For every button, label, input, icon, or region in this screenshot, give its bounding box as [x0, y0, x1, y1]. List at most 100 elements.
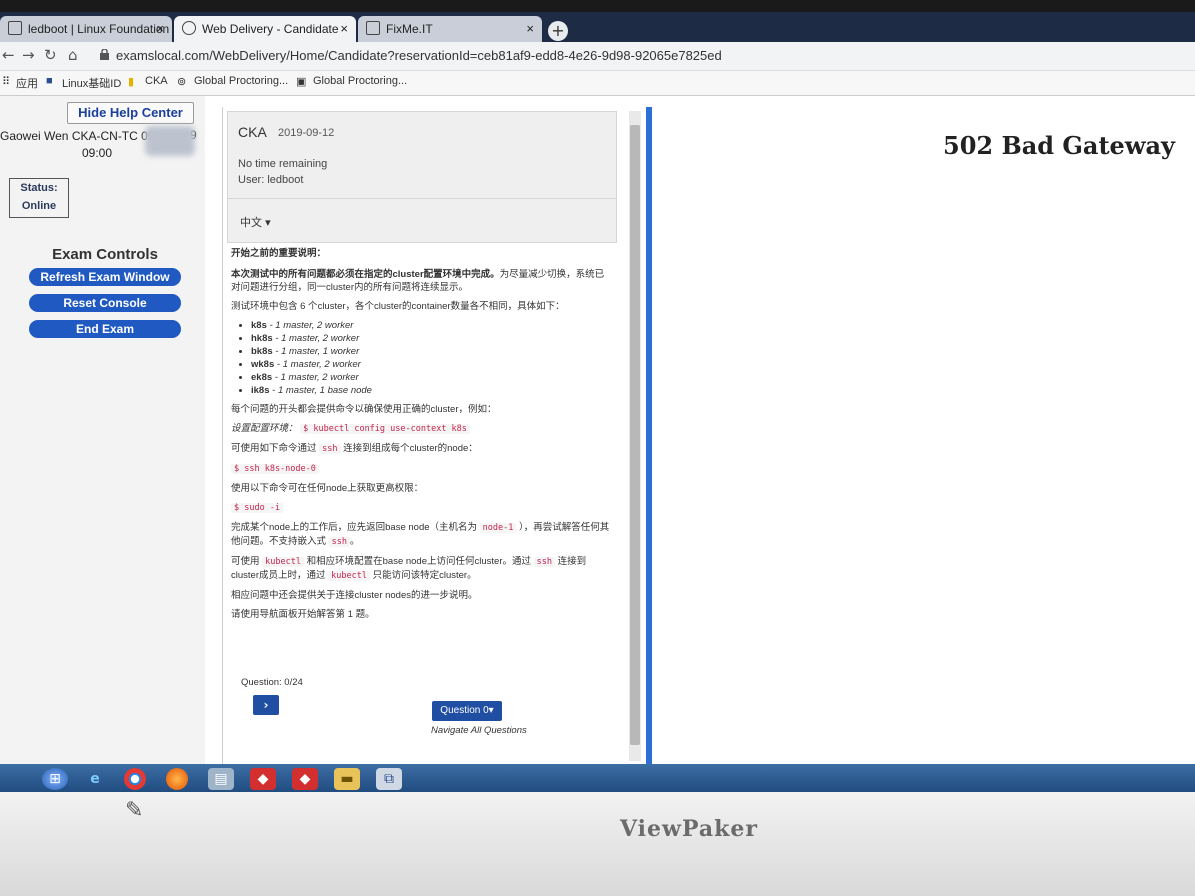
exam-title: CKA: [238, 124, 267, 140]
bookmark-global-proctoring-1[interactable]: Global Proctoring...: [194, 75, 288, 87]
folder-icon[interactable]: ▬: [334, 768, 360, 790]
firefox-icon[interactable]: [166, 768, 188, 790]
cluster-name: ek8s: [251, 372, 273, 383]
scrollbar[interactable]: [629, 111, 641, 761]
list-item: ek8s - 1 master, 2 worker: [251, 371, 611, 384]
close-icon[interactable]: ×: [340, 16, 348, 42]
home-icon[interactable]: ⌂: [68, 46, 78, 64]
list-item: bk8s - 1 master, 1 worker: [251, 345, 611, 358]
address-bar-row: ← → ↻ ⌂ examslocal.com/WebDelivery/Home/…: [0, 42, 1195, 71]
instruction-paragraph: 可使用如下命令通过 ssh 连接到组成每个cluster的node：: [231, 442, 611, 456]
cluster-name: wk8s: [251, 359, 275, 370]
bookmarks-bar: ⠿ 应用 ■ Linux基础ID ▮ CKA ⊚ Global Proctori…: [0, 71, 1195, 96]
pen-icon: ✎: [125, 798, 144, 823]
tab-label: ledboot | Linux Foundation ID: [28, 22, 172, 36]
bookmark-icon: ■: [46, 75, 53, 87]
tab-ledboot[interactable]: ledboot | Linux Foundation ID ×: [0, 16, 172, 42]
tab-fixmeit[interactable]: FixMe.IT ×: [358, 16, 542, 42]
instructions-content: 开始之前的重要说明： 本次测试中的所有问题都必须在指定的cluster配置环境中…: [231, 247, 611, 627]
status-value: Online: [21, 200, 57, 212]
image-icon: ▣: [296, 76, 307, 88]
close-icon[interactable]: ×: [526, 16, 534, 42]
question-count: Question: 0/24: [241, 677, 303, 688]
language-value: 中文: [240, 217, 262, 229]
exam-date: 2019-09-12: [278, 127, 335, 139]
code-snippet: $ kubectl config use-context k8s: [300, 424, 470, 434]
code-snippet: ssh: [328, 537, 351, 547]
monitor-bezel: ✎ ViewPaker: [0, 792, 1195, 896]
left-panel: Hide Help Center Gaowei Wen CKA-CN-TC 09…: [0, 96, 205, 766]
hide-help-center-button[interactable]: Hide Help Center: [67, 102, 194, 124]
next-question-button[interactable]: ›: [253, 695, 279, 715]
panel-splitter[interactable]: [646, 107, 652, 772]
text: 只能访问该特定cluster。: [372, 570, 477, 581]
language-select[interactable]: 中文 ▾: [240, 214, 271, 230]
text: 设置配置环境：: [231, 423, 298, 434]
lock-icon: [100, 49, 109, 60]
refresh-exam-window-button[interactable]: Refresh Exam Window: [29, 268, 181, 286]
cluster-desc: - 1 master, 1 worker: [275, 346, 360, 357]
text: 和相应环境配置在base node上访问任何cluster。通过: [306, 556, 531, 567]
chrome-icon[interactable]: [124, 768, 146, 790]
instruction-paragraph: 使用以下命令可在任何node上获取更高权限：: [231, 483, 424, 494]
question-dropdown-button[interactable]: Question 0▾: [432, 701, 502, 721]
folder-icon: ▮: [128, 76, 135, 88]
window-manager-icon[interactable]: ⧉: [376, 768, 402, 790]
bookmark-global-proctoring-2[interactable]: Global Proctoring...: [313, 75, 407, 87]
text: 完成某个node上的工作后，应先返回base node（主机名为: [231, 522, 478, 533]
taskbar: ⊞ e ▤ ◆ ◆ ▬ ⧉: [0, 764, 1195, 794]
app-icon[interactable]: ▤: [208, 768, 234, 790]
text: 可使用如下命令通过: [231, 443, 317, 454]
text: 可使用: [231, 556, 260, 567]
status-box: Status: Online: [9, 178, 69, 218]
code-snippet: kubectl: [262, 557, 304, 567]
cluster-desc: - 1 master, 2 worker: [276, 359, 361, 370]
list-item: ik8s - 1 master, 1 base node: [251, 384, 611, 397]
remote-app-icon[interactable]: ◆: [250, 768, 276, 790]
bookmark-cka[interactable]: CKA: [145, 75, 168, 87]
reset-console-button[interactable]: Reset Console: [29, 294, 181, 312]
cluster-name: ik8s: [251, 385, 270, 396]
cluster-list: k8s - 1 master, 2 worker hk8s - 1 master…: [231, 319, 611, 397]
start-icon[interactable]: ⊞: [42, 768, 68, 790]
bold-text: 本次测试中的所有问题都必须在指定的cluster配置环境中完成。: [231, 269, 500, 280]
page-icon: [8, 21, 22, 35]
instructions-heading: 开始之前的重要说明：: [231, 248, 327, 259]
instruction-paragraph: 请使用导航面板开始解答第 1 题。: [231, 609, 375, 620]
instruction-paragraph: 相应问题中还会提供关于连接cluster nodes的进一步说明。: [231, 590, 478, 601]
exam-user: User: ledboot: [238, 174, 304, 186]
end-exam-button[interactable]: End Exam: [29, 320, 181, 338]
cluster-desc: - 1 master, 2 worker: [275, 333, 360, 344]
instruction-paragraph: $ sudo -i: [231, 501, 611, 515]
bookmark-linux-id[interactable]: Linux基础ID: [62, 75, 121, 91]
text: 。: [350, 536, 360, 547]
reload-icon[interactable]: ↻: [44, 46, 57, 64]
chevron-right-icon: ›: [263, 698, 269, 712]
list-item: k8s - 1 master, 2 worker: [251, 319, 611, 332]
screen: ledboot | Linux Foundation ID × Web Deli…: [0, 12, 1195, 794]
code-snippet: $ sudo -i: [231, 503, 284, 513]
new-tab-button[interactable]: +: [548, 21, 568, 41]
page-icon: [182, 21, 196, 35]
cluster-name: bk8s: [251, 346, 273, 357]
close-icon[interactable]: ×: [156, 16, 164, 42]
instructions-panel: CKA 2019-09-12 No time remaining User: l…: [222, 107, 643, 767]
monitor-frame: ledboot | Linux Foundation ID × Web Deli…: [0, 0, 1195, 800]
fixmeit-icon: [366, 21, 380, 35]
exam-controls-title: Exam Controls: [52, 246, 158, 263]
apps-icon[interactable]: ⠿: [2, 75, 10, 88]
ie-icon[interactable]: e: [82, 768, 108, 790]
exam-info-box: CKA 2019-09-12 No time remaining User: l…: [227, 111, 617, 243]
code-snippet: node-1: [479, 523, 517, 533]
bookmark-apps[interactable]: 应用: [16, 75, 38, 91]
tab-label: FixMe.IT: [386, 22, 433, 36]
remote-app-icon[interactable]: ◆: [292, 768, 318, 790]
instruction-paragraph: 本次测试中的所有问题都必须在指定的cluster配置环境中完成。为尽量减少切换，…: [231, 268, 611, 294]
code-snippet: kubectl: [328, 571, 370, 581]
list-item: wk8s - 1 master, 2 worker: [251, 358, 611, 371]
back-icon[interactable]: ←: [2, 46, 15, 64]
scrollbar-thumb[interactable]: [630, 125, 640, 745]
forward-icon[interactable]: →: [22, 46, 35, 64]
url-input[interactable]: examslocal.com/WebDelivery/Home/Candidat…: [116, 48, 722, 63]
tab-web-delivery[interactable]: Web Delivery - Candidate ×: [174, 16, 356, 42]
